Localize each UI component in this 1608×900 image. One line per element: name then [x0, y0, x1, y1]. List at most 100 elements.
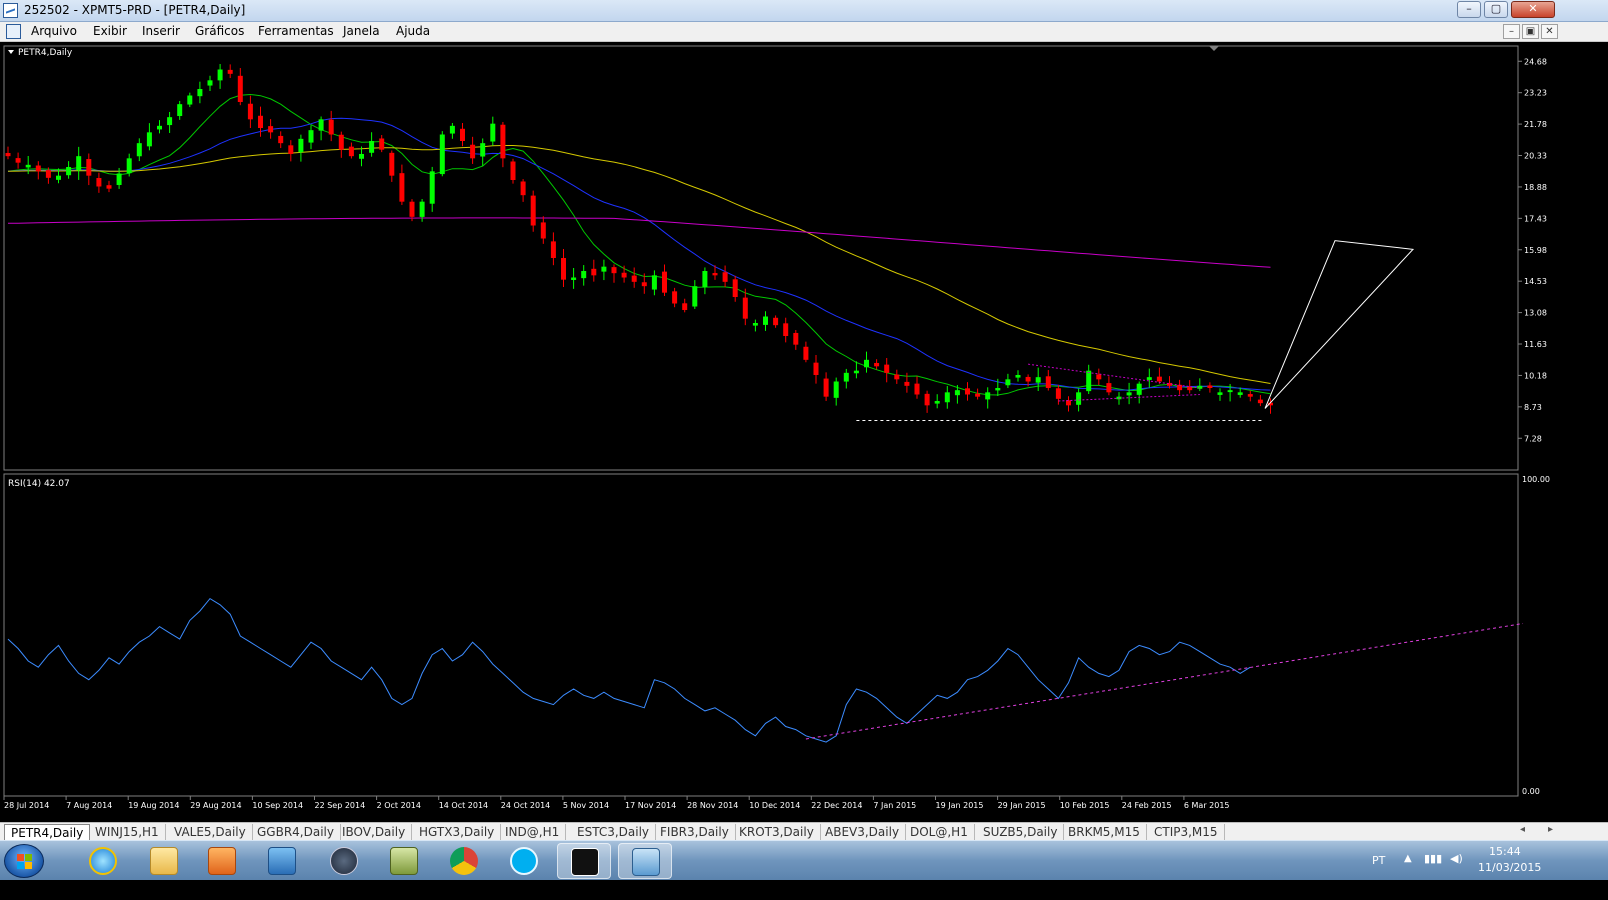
remote-desktop-icon [268, 847, 296, 875]
candle-body [813, 362, 819, 375]
dropdown-triangle-icon[interactable] [8, 50, 14, 54]
window-title-bar[interactable]: 252502 - XPMT5-PRD - [PETR4,Daily] – ▢ ✕ [0, 0, 1608, 22]
tab-vale5-daily[interactable]: VALE5,Daily [168, 824, 253, 840]
tabs-scroll-left-icon[interactable]: ◂ [1520, 824, 1525, 835]
tab-abev3-daily[interactable]: ABEV3,Daily [819, 824, 907, 840]
menu-inserir[interactable]: Inserir [142, 24, 180, 38]
taskbar-archive[interactable] [377, 843, 431, 879]
tab-ctip3-m15[interactable]: CTIP3,M15 [1148, 824, 1225, 840]
candle-body [702, 271, 708, 288]
candle-body [399, 173, 405, 202]
candle-body [177, 104, 183, 117]
candle-body [530, 195, 536, 226]
language-indicator[interactable]: PT [1372, 854, 1385, 867]
taskbar-media-player[interactable] [195, 843, 249, 879]
candle-body [934, 401, 940, 404]
price-chart[interactable]: PETR4,Daily RSI(14) 42.07 24.68 23.23 21.7… [0, 42, 1608, 822]
taskbar-skype[interactable] [497, 843, 551, 879]
tab-petr4-daily[interactable]: PETR4,Daily [4, 824, 91, 840]
taskbar-internet-explorer[interactable] [76, 843, 130, 879]
taskbar-remote-desktop[interactable] [255, 843, 309, 879]
skype-icon [510, 847, 538, 875]
candle-body [1076, 392, 1082, 405]
tab-dol-h1[interactable]: DOL@,H1 [904, 824, 975, 840]
candle-body [1045, 376, 1051, 388]
tab-brkm5-m15[interactable]: BRKM5,M15 [1062, 824, 1147, 840]
tab-ggbr4-daily[interactable]: GGBR4,Daily [251, 824, 341, 840]
tab-fibr3-daily[interactable]: FIBR3,Daily [654, 824, 736, 840]
tabs-scroll-right-icon[interactable]: ▸ [1548, 824, 1553, 835]
network-icon[interactable]: ▮▮▮ [1424, 852, 1442, 865]
candle-body [500, 124, 506, 159]
mdi-close-button[interactable]: ✕ [1541, 24, 1558, 39]
clock-date[interactable]: 11/03/2015 [1478, 861, 1541, 874]
chart-window-icon[interactable] [6, 24, 21, 39]
price-tick-label: 24.68 [1524, 57, 1547, 66]
candle-body [136, 143, 142, 157]
candle-body [1136, 383, 1142, 395]
rsi-trendline [805, 623, 1524, 740]
menu-janela[interactable]: Janela [343, 24, 380, 38]
candle-body [227, 69, 233, 74]
projection-pattern [1264, 240, 1415, 409]
candle-body [56, 175, 61, 180]
volume-icon[interactable]: ◀) [1450, 852, 1463, 865]
candle-body [773, 317, 779, 326]
candle-body [510, 161, 516, 180]
candle-body [550, 241, 556, 258]
menu-exibir[interactable]: Exibir [93, 24, 127, 38]
time-tick-label: 28 Nov 2014 [687, 801, 738, 810]
show-hidden-icons[interactable]: ▲ [1404, 853, 1412, 864]
rsi-tick-label: 100.00 [1522, 475, 1550, 484]
candle-body [591, 268, 597, 276]
taskbar-xp[interactable] [557, 843, 611, 879]
candle-body [116, 173, 122, 185]
chart-shift-marker[interactable] [1209, 46, 1219, 51]
taskbar-file-explorer[interactable] [137, 843, 191, 879]
menu-ferramentas[interactable]: Ferramentas [258, 24, 334, 38]
candle-body [1005, 379, 1011, 386]
candle-body [197, 89, 203, 97]
mdi-minimize-button[interactable]: – [1503, 24, 1520, 39]
candle-body [641, 282, 647, 287]
candle-body [662, 271, 667, 293]
taskbar-chrome[interactable] [437, 843, 491, 879]
price-tick-label: 8.73 [1524, 403, 1542, 412]
tab-hgtx3-daily[interactable]: HGTX3,Daily [413, 824, 502, 840]
price-tick-label: 23.23 [1524, 89, 1547, 98]
menu-ajuda[interactable]: Ajuda [396, 24, 430, 38]
candle-body [429, 171, 435, 204]
tab-suzb5-daily[interactable]: SUZB5,Daily [977, 824, 1065, 840]
candle-body [1086, 370, 1092, 392]
time-tick-label: 19 Aug 2014 [128, 801, 179, 810]
tab-winj15-h1[interactable]: WINJ15,H1 [89, 824, 166, 840]
maximize-button[interactable]: ▢ [1484, 1, 1508, 18]
candle-body [914, 383, 920, 395]
candle-body [793, 332, 799, 345]
candle-body [1055, 388, 1061, 399]
clock-time[interactable]: 15:44 [1489, 845, 1521, 858]
tab-estc3-daily[interactable]: ESTC3,Daily [571, 824, 657, 840]
menu-arquivo[interactable]: Arquivo [31, 24, 77, 38]
archive-icon [390, 847, 418, 875]
candle-body [722, 272, 728, 282]
time-tick-label: 14 Oct 2014 [439, 801, 488, 810]
taskbar-hp[interactable] [317, 843, 371, 879]
time-tick-label: 6 Mar 2015 [1184, 801, 1230, 810]
tab-krot3-daily[interactable]: KROT3,Daily [733, 824, 821, 840]
menu-graficos[interactable]: Gráficos [195, 24, 244, 38]
tab-ind-h1[interactable]: IND@,H1 [499, 824, 567, 840]
ma-line-long [7, 217, 1271, 268]
time-tick-label: 24 Feb 2015 [1122, 801, 1172, 810]
tab-ibov-daily[interactable]: IBOV,Daily [336, 824, 413, 840]
time-tick-label: 2 Oct 2014 [377, 801, 421, 810]
minimize-button[interactable]: – [1457, 1, 1481, 18]
candle-body [692, 286, 698, 307]
candle-body [1146, 377, 1152, 380]
taskbar-metatrader[interactable] [618, 843, 672, 879]
start-button[interactable] [4, 844, 44, 878]
chart-window[interactable]: PETR4,Daily RSI(14) 42.07 24.68 23.23 21.7… [0, 42, 1608, 822]
close-button[interactable]: ✕ [1511, 1, 1555, 18]
drawings[interactable] [856, 240, 1415, 421]
mdi-restore-button[interactable]: ▣ [1522, 24, 1539, 39]
